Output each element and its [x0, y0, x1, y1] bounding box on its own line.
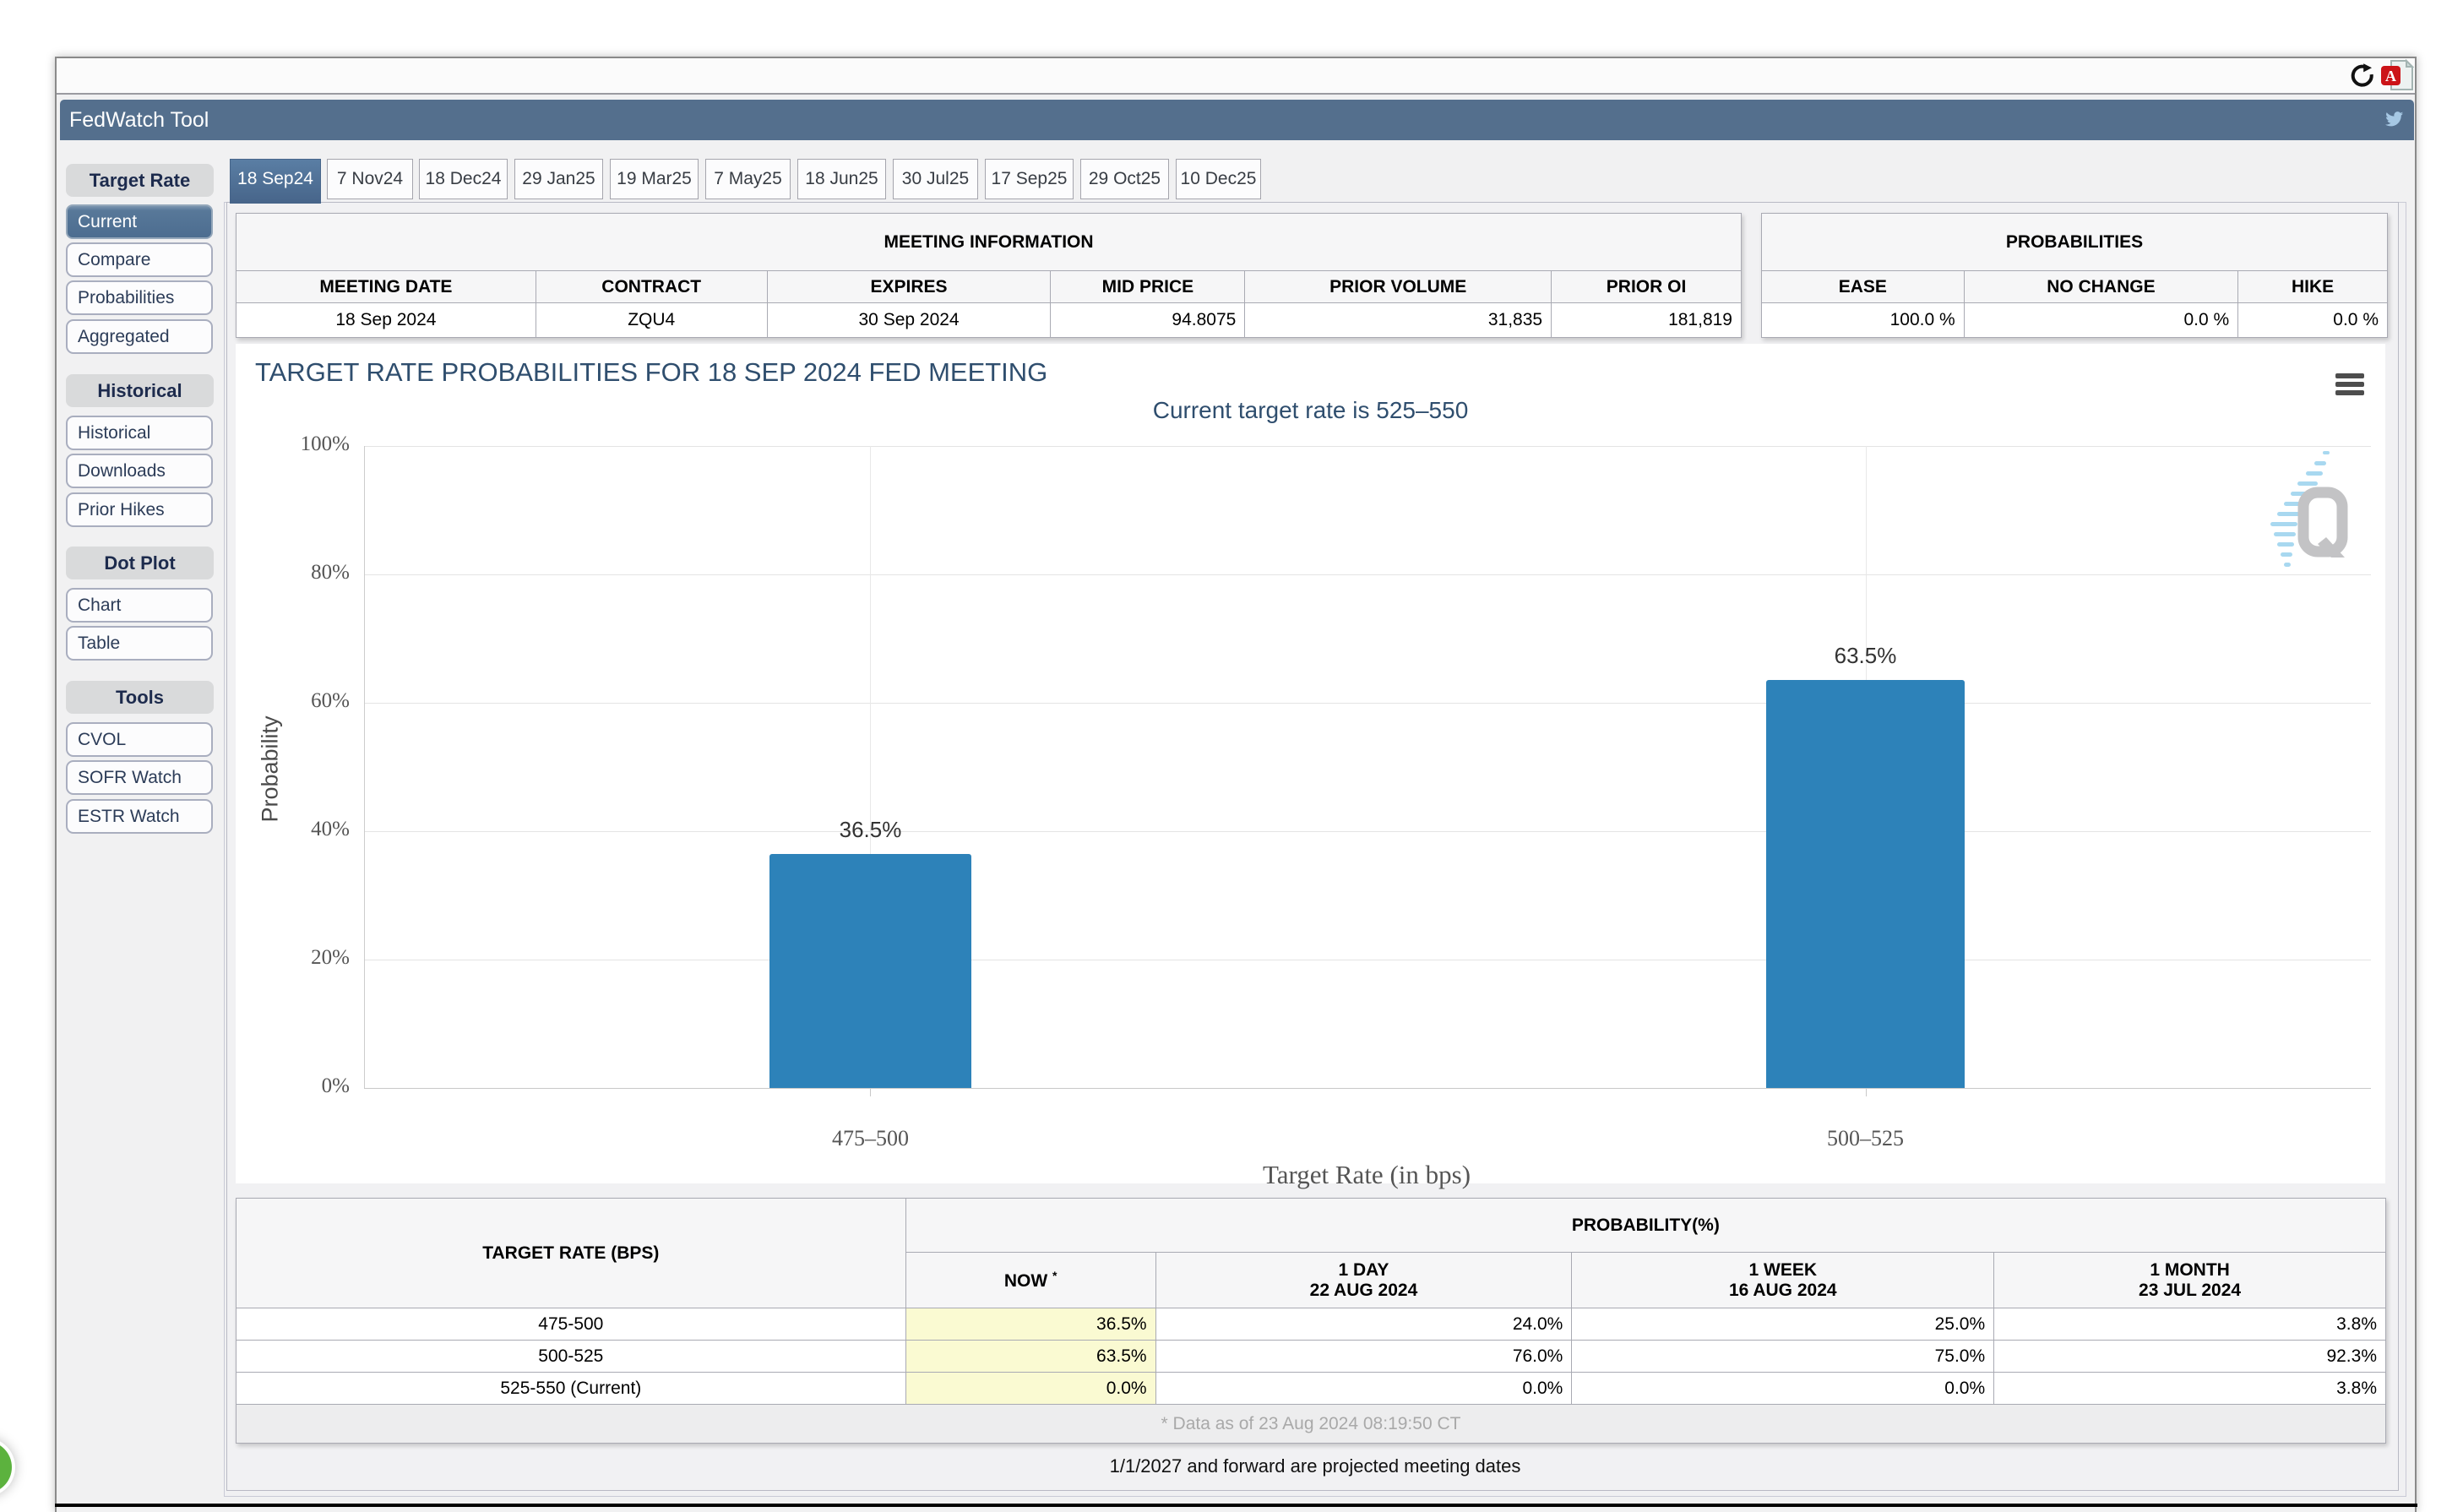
svg-text:A: A [2385, 68, 2396, 84]
